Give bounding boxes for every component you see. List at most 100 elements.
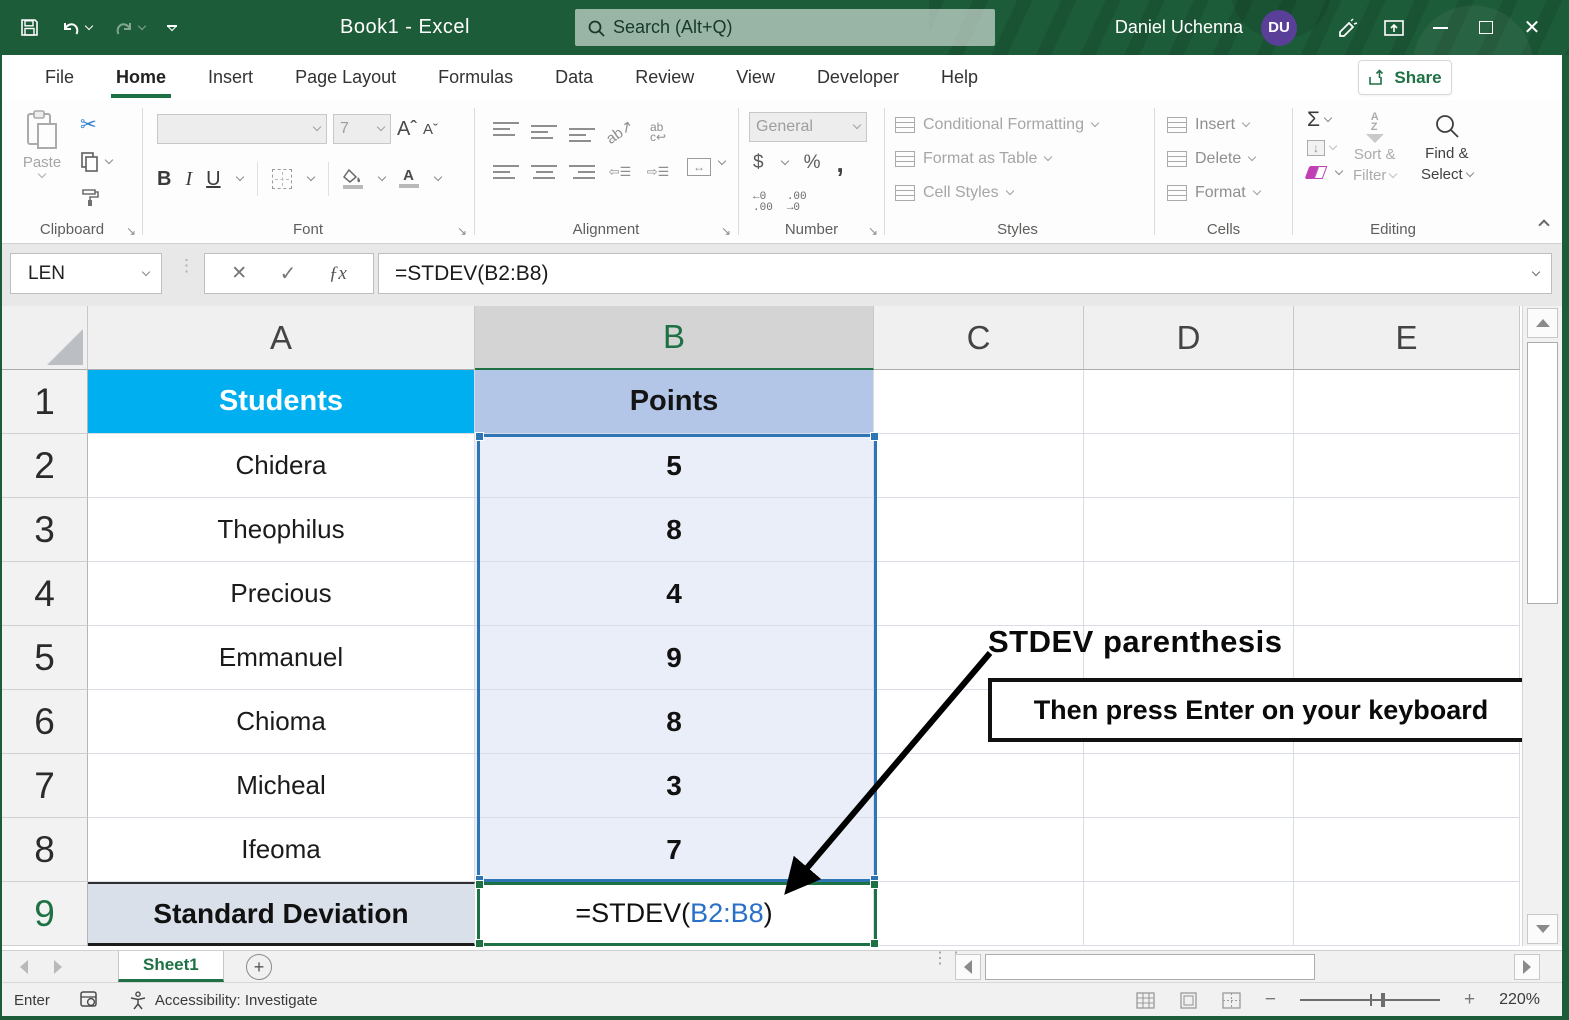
zoom-level[interactable]: 220%: [1499, 991, 1540, 1009]
page-break-view-icon[interactable]: [1222, 991, 1241, 1009]
copy-button[interactable]: [80, 151, 114, 173]
save-icon[interactable]: [20, 18, 39, 37]
share-button[interactable]: Share: [1358, 60, 1452, 95]
cell-a1[interactable]: Students: [88, 370, 475, 434]
align-center-icon[interactable]: [531, 165, 557, 179]
row-header-4[interactable]: 4: [2, 562, 88, 626]
name-box-dropdown-icon[interactable]: [141, 267, 151, 276]
row-header-8[interactable]: 8: [2, 818, 88, 882]
cell-c1[interactable]: [874, 370, 1084, 434]
cell-a3[interactable]: Theophilus: [88, 498, 475, 562]
copy-dropdown-icon[interactable]: [104, 155, 114, 165]
undo-button[interactable]: [61, 19, 94, 37]
merge-center-dropdown-icon[interactable]: [717, 156, 727, 166]
tab-review[interactable]: Review: [614, 55, 715, 100]
close-button[interactable]: ✕: [1509, 0, 1555, 55]
macro-record-icon[interactable]: [80, 991, 99, 1009]
row-header-2[interactable]: 2: [2, 434, 88, 498]
scroll-right-icon[interactable]: [1514, 954, 1540, 980]
row-header-7[interactable]: 7: [2, 754, 88, 818]
cut-icon[interactable]: ✂: [80, 112, 97, 137]
cell-e3[interactable]: [1294, 498, 1520, 562]
scroll-up-icon[interactable]: [1527, 308, 1558, 338]
font-name-combo[interactable]: [157, 114, 327, 144]
cell-e8[interactable]: [1294, 818, 1520, 882]
tab-data[interactable]: Data: [534, 55, 614, 100]
row-header-6[interactable]: 6: [2, 690, 88, 754]
minimize-button[interactable]: [1417, 0, 1463, 55]
format-painter-button[interactable]: [80, 187, 100, 207]
bold-button[interactable]: B: [157, 168, 171, 191]
accounting-format-icon[interactable]: $: [753, 152, 764, 174]
coming-soon-megaphone-icon[interactable]: [1325, 0, 1371, 55]
orientation-icon[interactable]: ab↗: [603, 116, 637, 148]
decrease-decimal-icon[interactable]: .00 →0: [787, 192, 807, 214]
increase-indent-icon[interactable]: ⇨☰: [647, 164, 670, 180]
confirm-entry-icon[interactable]: ✓: [280, 261, 297, 286]
horizontal-scrollbar[interactable]: [955, 954, 1540, 980]
cell-b1[interactable]: Points: [475, 370, 874, 434]
vertical-scrollbar[interactable]: [1522, 306, 1562, 946]
cell-a5[interactable]: Emmanuel: [88, 626, 475, 690]
decrease-font-size-icon[interactable]: Aˇ: [423, 121, 438, 138]
sheet-tab-sheet1[interactable]: Sheet1: [118, 951, 224, 982]
cell-c4[interactable]: [874, 562, 1084, 626]
find-select-button[interactable]: Find & Select: [1421, 112, 1474, 184]
cell-d4[interactable]: [1084, 562, 1294, 626]
tab-file[interactable]: File: [24, 55, 95, 100]
search-input[interactable]: Search (Alt+Q): [575, 9, 995, 46]
normal-view-icon[interactable]: [1136, 991, 1155, 1009]
underline-button[interactable]: U: [206, 168, 220, 191]
cell-b5[interactable]: 9: [475, 626, 874, 690]
align-top-icon[interactable]: [493, 122, 519, 142]
select-all-corner[interactable]: [2, 306, 88, 370]
cell-e2[interactable]: [1294, 434, 1520, 498]
formula-input[interactable]: =STDEV(B2:B8): [378, 253, 1552, 294]
user-name[interactable]: Daniel Uchenna: [1115, 17, 1243, 38]
tab-home[interactable]: Home: [95, 55, 187, 100]
cancel-entry-icon[interactable]: ✕: [231, 262, 247, 285]
name-box[interactable]: LEN: [10, 253, 162, 294]
percent-style-icon[interactable]: %: [804, 152, 821, 174]
tab-page-layout[interactable]: Page Layout: [274, 55, 417, 100]
scroll-down-icon[interactable]: [1527, 914, 1558, 944]
column-header-e[interactable]: E: [1294, 306, 1520, 370]
column-header-c[interactable]: C: [874, 306, 1084, 370]
cell-e9[interactable]: [1294, 882, 1520, 946]
cell-e4[interactable]: [1294, 562, 1520, 626]
cell-c3[interactable]: [874, 498, 1084, 562]
number-format-combo[interactable]: General: [749, 112, 867, 142]
cell-c9[interactable]: [874, 882, 1084, 946]
insert-function-icon[interactable]: ƒx: [329, 263, 347, 285]
page-layout-view-icon[interactable]: [1179, 991, 1198, 1009]
cell-d1[interactable]: [1084, 370, 1294, 434]
undo-dropdown-icon[interactable]: [84, 21, 94, 30]
clipboard-dialog-launcher-icon[interactable]: ↘: [126, 224, 136, 238]
column-header-a[interactable]: A: [88, 306, 475, 370]
cell-b6[interactable]: 8: [475, 690, 874, 754]
zoom-in-icon[interactable]: +: [1464, 989, 1475, 1011]
cell-c8[interactable]: [874, 818, 1084, 882]
underline-dropdown-icon[interactable]: [235, 172, 244, 182]
align-bottom-icon[interactable]: [569, 122, 595, 142]
font-color-dropdown-icon[interactable]: [433, 172, 442, 182]
increase-font-size-icon[interactable]: Aˆ: [397, 118, 417, 141]
autosum-button[interactable]: Σ: [1307, 109, 1342, 130]
cell-d8[interactable]: [1084, 818, 1294, 882]
vertical-scroll-thumb[interactable]: [1527, 342, 1558, 604]
cell-a8[interactable]: Ifeoma: [88, 818, 475, 882]
accessibility-status[interactable]: Accessibility: Investigate: [129, 990, 317, 1010]
cell-b9-active[interactable]: =STDEV(B2:B8): [475, 882, 874, 946]
row-header-3[interactable]: 3: [2, 498, 88, 562]
cell-a7[interactable]: Micheal: [88, 754, 475, 818]
row-header-9[interactable]: 9: [2, 882, 88, 946]
tab-view[interactable]: View: [715, 55, 796, 100]
cell-b8[interactable]: 7: [475, 818, 874, 882]
next-sheet-icon[interactable]: [54, 960, 62, 974]
cell-d3[interactable]: [1084, 498, 1294, 562]
zoom-slider[interactable]: [1299, 993, 1440, 1007]
cell-d7[interactable]: [1084, 754, 1294, 818]
cell-a9[interactable]: Standard Deviation: [88, 882, 475, 946]
cell-e1[interactable]: [1294, 370, 1520, 434]
avatar[interactable]: DU: [1261, 9, 1297, 46]
